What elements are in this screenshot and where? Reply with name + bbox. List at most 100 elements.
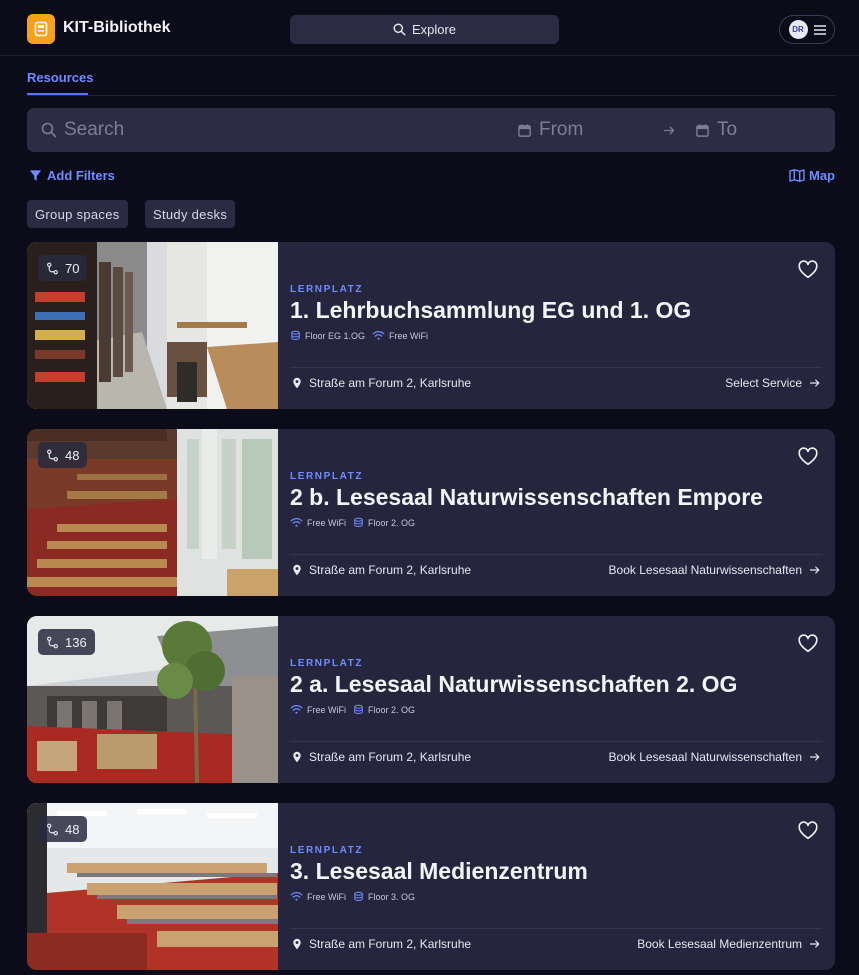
app-title: KIT-Bibliothek: [63, 19, 171, 36]
capacity-count: 70: [65, 260, 80, 276]
resource-address: Straße am Forum 2, Karlsruhe: [291, 563, 471, 577]
hamburger-menu-icon: [813, 24, 826, 35]
address-text: Straße am Forum 2, Karlsruhe: [309, 376, 472, 390]
resource-type: LERNPLATZ: [290, 658, 364, 669]
map-icon: [789, 169, 805, 182]
explore-label: Explore: [411, 22, 457, 37]
action-label: Book Lesesaal Medienzentrum: [637, 937, 802, 951]
map-button[interactable]: Map: [789, 168, 835, 183]
tag-wifi: Free WiFi: [307, 891, 346, 902]
tag-floor: Floor EG 1.OG: [305, 330, 366, 341]
capacity-count: 136: [65, 634, 87, 650]
book-link[interactable]: Book Lesesaal Naturwissenschaften: [609, 750, 821, 764]
resource-image: 48: [27, 803, 278, 970]
resource-card[interactable]: 136 LERNPLATZ 2 a. Lesesaal Naturwissens…: [27, 616, 835, 783]
chip-group-spaces[interactable]: Group spaces: [27, 200, 128, 228]
arrow-right-icon: [809, 751, 821, 763]
resource-address: Straße am Forum 2, Karlsruhe: [291, 937, 471, 951]
arrow-right-icon: [809, 377, 821, 389]
card-divider: [290, 928, 822, 929]
resource-title[interactable]: 2 a. Lesesaal Naturwissenschaften 2. OG: [290, 671, 737, 698]
resource-title[interactable]: 1. Lehrbuchsammlung EG und 1. OG: [290, 297, 691, 324]
resource-tags: Free WiFi Floor 2. OG: [290, 516, 415, 529]
wifi-icon: [290, 703, 303, 716]
action-label: Book Lesesaal Naturwissenschaften: [608, 750, 802, 764]
search-icon: [41, 122, 57, 138]
book-link[interactable]: Book Lesesaal Medienzentrum: [637, 937, 821, 951]
wifi-icon: [290, 516, 303, 529]
filter-icon: [29, 170, 42, 181]
calendar-icon: [695, 123, 710, 138]
location-pin-icon: [291, 564, 303, 576]
favorite-heart-icon[interactable]: [797, 446, 819, 468]
resource-card[interactable]: 48 LERNPLATZ 3. Lesesaal Medienzentrum F…: [27, 803, 835, 970]
resource-image: 70: [27, 242, 278, 409]
wifi-icon: [290, 890, 303, 903]
resource-image: 136: [27, 616, 278, 783]
to-label: To: [717, 119, 738, 140]
favorite-heart-icon[interactable]: [797, 820, 819, 842]
from-label: From: [539, 119, 584, 140]
map-label: Map: [809, 168, 835, 183]
to-date-input[interactable]: To: [695, 108, 737, 152]
from-date-input[interactable]: From: [517, 108, 583, 152]
location-pin-icon: [291, 751, 303, 763]
tag-wifi: Free WiFi: [307, 704, 346, 715]
resource-type: LERNPLATZ: [290, 471, 364, 482]
action-label: Select Service: [725, 376, 802, 390]
capacity-badge: 48: [38, 816, 88, 842]
explore-button[interactable]: Explore: [290, 15, 559, 44]
book-link[interactable]: Book Lesesaal Naturwissenschaften: [609, 563, 821, 577]
route-icon: [46, 449, 59, 462]
favorite-heart-icon[interactable]: [797, 259, 819, 281]
chip-study-desks[interactable]: Study desks: [145, 200, 236, 228]
resource-type: LERNPLATZ: [290, 845, 364, 856]
arrow-right-icon: [809, 564, 821, 576]
tag-floor: Floor 3. OG: [368, 891, 416, 902]
capacity-badge: 48: [38, 442, 88, 468]
resource-card[interactable]: 48 LERNPLATZ 2 b. Lesesaal Naturwissensc…: [27, 429, 835, 596]
floor-layers-icon: [353, 517, 364, 528]
address-text: Straße am Forum 2, Karlsruhe: [309, 937, 472, 951]
add-filters-button[interactable]: Add Filters: [29, 168, 115, 183]
tag-floor: Floor 2. OG: [368, 704, 416, 715]
date-range-arrow-icon: [663, 108, 676, 152]
route-icon: [46, 823, 59, 836]
address-text: Straße am Forum 2, Karlsruhe: [309, 750, 472, 764]
arrow-right-icon: [809, 938, 821, 950]
capacity-count: 48: [65, 821, 80, 837]
search-placeholder: Search: [64, 119, 125, 140]
location-pin-icon: [291, 377, 303, 389]
capacity-badge: 136: [38, 629, 95, 655]
route-icon: [46, 636, 59, 649]
select-service-link[interactable]: Select Service: [725, 376, 821, 390]
resource-image: 48: [27, 429, 278, 596]
search-input[interactable]: Search: [41, 108, 124, 152]
card-divider: [290, 741, 822, 742]
wifi-icon: [372, 329, 385, 342]
address-text: Straße am Forum 2, Karlsruhe: [309, 563, 472, 577]
resource-address: Straße am Forum 2, Karlsruhe: [291, 376, 471, 390]
search-bar: Search From To: [27, 108, 835, 152]
avatar: DR: [788, 20, 808, 39]
library-logo-icon[interactable]: [27, 14, 55, 44]
card-divider: [290, 554, 822, 555]
calendar-icon: [517, 123, 532, 138]
floor-layers-icon: [290, 330, 301, 341]
favorite-heart-icon[interactable]: [797, 633, 819, 655]
resource-title[interactable]: 3. Lesesaal Medienzentrum: [290, 858, 588, 885]
floor-layers-icon: [353, 704, 364, 715]
resource-tags: Free WiFi Floor 3. OG: [290, 890, 415, 903]
location-pin-icon: [291, 938, 303, 950]
resource-address: Straße am Forum 2, Karlsruhe: [291, 750, 471, 764]
capacity-badge: 70: [38, 255, 88, 281]
resource-card[interactable]: 70 LERNPLATZ 1. Lehrbuchsammlung EG und …: [27, 242, 835, 409]
route-icon: [46, 262, 59, 275]
tag-wifi: Free WiFi: [307, 517, 346, 528]
user-menu-button[interactable]: DR: [779, 15, 835, 44]
tab-resources[interactable]: Resources: [27, 70, 93, 85]
floor-layers-icon: [353, 891, 364, 902]
resource-type: LERNPLATZ: [290, 284, 364, 295]
resource-title[interactable]: 2 b. Lesesaal Naturwissenschaften Empore: [290, 484, 763, 511]
add-filters-label: Add Filters: [47, 168, 115, 183]
